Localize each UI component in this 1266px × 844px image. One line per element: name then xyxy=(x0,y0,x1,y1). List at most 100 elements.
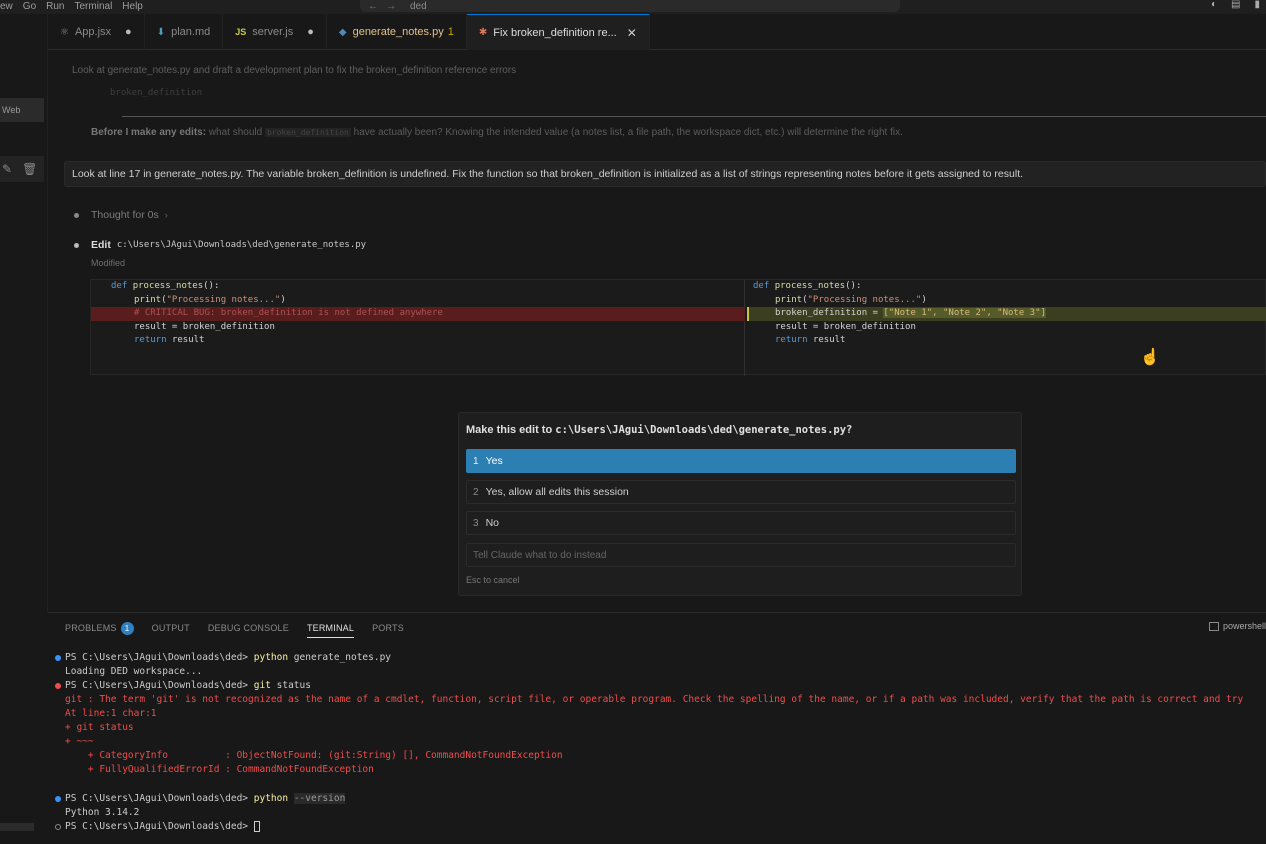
web-tab[interactable]: Web xyxy=(0,98,44,122)
tab-label: Fix broken_definition re... xyxy=(493,26,617,39)
tab-app-jsx[interactable]: ⚛ App.jsx ● xyxy=(48,14,145,50)
previous-code-snippet: broken_definition xyxy=(110,88,203,98)
markdown-icon: ⬇ xyxy=(156,26,166,38)
problems-badge: 1 xyxy=(120,621,134,635)
menu-help[interactable]: Help xyxy=(122,2,143,12)
code-line: result = broken_definition xyxy=(775,321,916,332)
option-no[interactable]: 3 No xyxy=(466,511,1016,535)
option-yes[interactable]: 1 Yes xyxy=(466,449,1016,473)
terminal-line: PS C:\Users\JAgui\Downloads\ded> git sta… xyxy=(65,680,311,691)
tab-label: server.js xyxy=(252,26,294,38)
divider xyxy=(122,116,1266,117)
title-bar-icons: ◐ ▤ ▮ xyxy=(1211,0,1260,10)
panel-tab-bar: PROBLEMS 1 OUTPUT DEBUG CONSOLE TERMINAL… xyxy=(48,613,1266,643)
diff-view: def process_notes(): print("Processing n… xyxy=(90,279,1266,376)
code-line: def process_notes(): xyxy=(111,281,220,291)
previous-user-message: Look at generate_notes.py and draft a de… xyxy=(72,65,517,76)
hand-cursor-icon: ☝ xyxy=(1140,349,1160,366)
command-error-icon[interactable] xyxy=(55,683,61,689)
option-yes-allow-all[interactable]: 2 Yes, allow all edits this session xyxy=(466,480,1016,504)
react-icon: ⚛ xyxy=(60,26,69,38)
terminal-prompt-line: PS C:\Users\JAgui\Downloads\ded> xyxy=(65,820,1265,834)
unsaved-dot-icon[interactable]: ● xyxy=(307,26,314,38)
workspace-search[interactable]: ded xyxy=(410,1,427,12)
diff-modified: def process_notes(): print("Processing n… xyxy=(747,280,1266,376)
bullet-icon xyxy=(74,212,79,218)
added-line: broken_definition = ["Note 1", "Note 2",… xyxy=(747,307,1266,321)
edit-pencil-icon[interactable]: ✎ xyxy=(2,162,12,176)
question-pre: what should xyxy=(208,127,263,138)
menu-go[interactable]: Go xyxy=(23,2,36,12)
trash-icon[interactable]: 🗑 xyxy=(22,162,37,176)
claude-chat-panel: Look at generate_notes.py and draft a de… xyxy=(48,50,1266,612)
dialog-title: Make this edit to c:\Users\JAgui\Downloa… xyxy=(466,424,853,436)
command-pending-icon xyxy=(55,824,61,830)
previous-assistant-question: Before I make any edits: what should bro… xyxy=(91,127,1191,138)
close-icon[interactable]: ✕ xyxy=(627,26,637,40)
menu-run[interactable]: Run xyxy=(46,2,64,12)
tab-problems[interactable]: PROBLEMS 1 xyxy=(65,613,134,643)
menu-terminal[interactable]: Terminal xyxy=(75,2,113,12)
chevron-right-icon[interactable]: › xyxy=(165,210,168,220)
code-line: return result xyxy=(775,335,846,345)
back-arrow-icon[interactable]: ← xyxy=(368,1,378,12)
terminal-error-line: At line:1 char:1 xyxy=(65,708,157,719)
tab-server-js[interactable]: JS server.js ● xyxy=(223,14,327,50)
terminal-error-line: + ~~~ xyxy=(65,736,94,747)
command-success-icon[interactable] xyxy=(55,796,61,802)
edit-permission-dialog: Make this edit to c:\Users\JAgui\Downloa… xyxy=(458,412,1022,596)
terminal-line: PS C:\Users\JAgui\Downloads\ded> python … xyxy=(65,793,346,804)
esc-hint: Esc to cancel xyxy=(466,575,520,585)
alternative-instruction-input[interactable] xyxy=(466,543,1016,567)
tab-terminal[interactable]: TERMINAL xyxy=(306,613,355,643)
python-icon: ◆ xyxy=(338,26,347,38)
unsaved-dot-icon[interactable]: ● xyxy=(125,26,132,38)
inline-code: broken_definition xyxy=(264,128,351,137)
layout-icon[interactable]: ▤ xyxy=(1231,0,1240,10)
edit-header: Edit c:\Users\JAgui\Downloads\ded\genera… xyxy=(74,239,366,251)
edit-label: Edit xyxy=(91,239,111,251)
forward-arrow-icon[interactable]: → xyxy=(386,1,396,12)
tab-output[interactable]: OUTPUT xyxy=(152,613,190,643)
bullet-icon xyxy=(74,242,79,248)
code-line: result = broken_definition xyxy=(134,321,275,332)
code-line: return result xyxy=(134,335,205,345)
left-sidebar: Web ✎ 🗑 xyxy=(0,14,48,612)
diff-original: def process_notes(): print("Processing n… xyxy=(91,280,745,376)
terminal-cursor xyxy=(253,821,260,832)
editor-tab-bar: ⚛ App.jsx ● ⬇ plan.md JS server.js ● ◆ g… xyxy=(48,14,1266,50)
tab-debug-console[interactable]: DEBUG CONSOLE xyxy=(208,613,289,643)
account-icon[interactable]: ◐ xyxy=(1211,0,1217,10)
javascript-icon: JS xyxy=(235,27,247,37)
sidebar-scrollbar[interactable] xyxy=(0,823,34,831)
tab-ports[interactable]: PORTS xyxy=(372,613,404,643)
terminal-output[interactable]: PS C:\Users\JAgui\Downloads\ded> python … xyxy=(48,651,1266,841)
terminal-error-line: + git status xyxy=(65,722,134,733)
command-center[interactable]: ← → ded xyxy=(360,0,900,12)
problem-count: 1 xyxy=(447,26,454,38)
question-lead: Before I make any edits: xyxy=(91,127,207,138)
tab-generate-notes-py[interactable]: ◆ generate_notes.py 1 xyxy=(327,14,467,50)
dialog-file-path: c:\Users\JAgui\Downloads\ded\generate_no… xyxy=(555,424,853,436)
code-line: print("Processing notes...") xyxy=(134,294,286,305)
terminal-line: Python 3.14.2 xyxy=(65,807,140,818)
command-success-icon[interactable] xyxy=(55,655,61,661)
tab-label: plan.md xyxy=(171,26,211,38)
tab-plan-md[interactable]: ⬇ plan.md xyxy=(145,14,224,50)
claude-icon: ✱ xyxy=(478,27,488,38)
edit-status: Modified xyxy=(91,258,126,268)
edit-file-path[interactable]: c:\Users\JAgui\Downloads\ded\generate_no… xyxy=(117,240,366,250)
terminal-error-line: + FullyQualifiedErrorId : CommandNotFoun… xyxy=(65,764,374,775)
terminal-shell-selector[interactable]: powershell xyxy=(1208,621,1266,631)
tab-claude-fix[interactable]: ✱ Fix broken_definition re... ✕ xyxy=(466,14,650,50)
panel-toggle-icon[interactable]: ▮ xyxy=(1254,0,1260,10)
thought-row[interactable]: Thought for 0s › xyxy=(74,209,168,221)
terminal-error-line: git : The term 'git' is not recognized a… xyxy=(65,694,1244,705)
bottom-panel: PROBLEMS 1 OUTPUT DEBUG CONSOLE TERMINAL… xyxy=(48,612,1266,844)
code-line: def process_notes(): xyxy=(753,281,862,291)
terminal-icon xyxy=(1208,621,1219,631)
terminal-line: PS C:\Users\JAgui\Downloads\ded> python … xyxy=(65,652,392,663)
menu-view[interactable]: ew xyxy=(0,2,13,12)
tab-label: generate_notes.py xyxy=(352,26,444,38)
removed-line: # CRITICAL BUG: broken_definition is not… xyxy=(91,307,745,321)
